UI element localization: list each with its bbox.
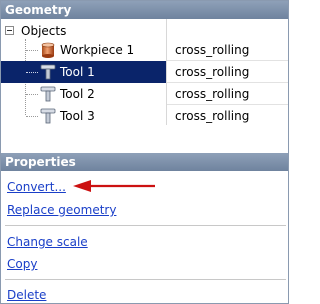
tree-row-name: Tool 2: [60, 87, 95, 101]
tree-row-value: cross_rolling: [175, 65, 250, 79]
convert-link[interactable]: Convert...: [7, 180, 66, 194]
geometry-header: Geometry: [1, 1, 288, 19]
tool-icon: [40, 86, 56, 102]
tool-icon: [40, 108, 56, 124]
geometry-panel: Geometry Objects Workpiece 1 cross_rolli…: [0, 0, 289, 304]
tree-row-tool-2[interactable]: Tool 2 cross_rolling: [1, 83, 288, 105]
tree-row-workpiece-1[interactable]: Workpiece 1 cross_rolling: [1, 39, 288, 61]
tree-root-objects[interactable]: Objects: [21, 23, 66, 39]
tool-icon: [40, 64, 56, 80]
tree-row-tool-3[interactable]: Tool 3 cross_rolling: [1, 105, 288, 127]
tree-row-name: Tool 3: [60, 109, 95, 123]
tree-row-value: cross_rolling: [175, 109, 250, 123]
separator: [5, 225, 286, 226]
objects-tree: Objects Workpiece 1 cross_rolling Tool 1…: [1, 19, 288, 149]
tree-row-tool-1[interactable]: Tool 1 cross_rolling: [1, 61, 288, 83]
tree-row-value: cross_rolling: [175, 87, 250, 101]
workpiece-cylinder-icon: [41, 42, 55, 58]
properties-header: Properties: [1, 153, 288, 171]
red-arrow-annotation: [73, 180, 155, 192]
replace-geometry-link[interactable]: Replace geometry: [7, 203, 116, 217]
delete-link[interactable]: Delete: [7, 288, 46, 302]
collapse-icon[interactable]: [5, 26, 14, 35]
copy-link[interactable]: Copy: [7, 257, 37, 271]
tree-row-value: cross_rolling: [175, 43, 250, 57]
separator: [5, 279, 286, 280]
change-scale-link[interactable]: Change scale: [7, 235, 88, 249]
tree-row-name: Workpiece 1: [60, 43, 135, 57]
tree-row-name: Tool 1: [60, 65, 95, 79]
